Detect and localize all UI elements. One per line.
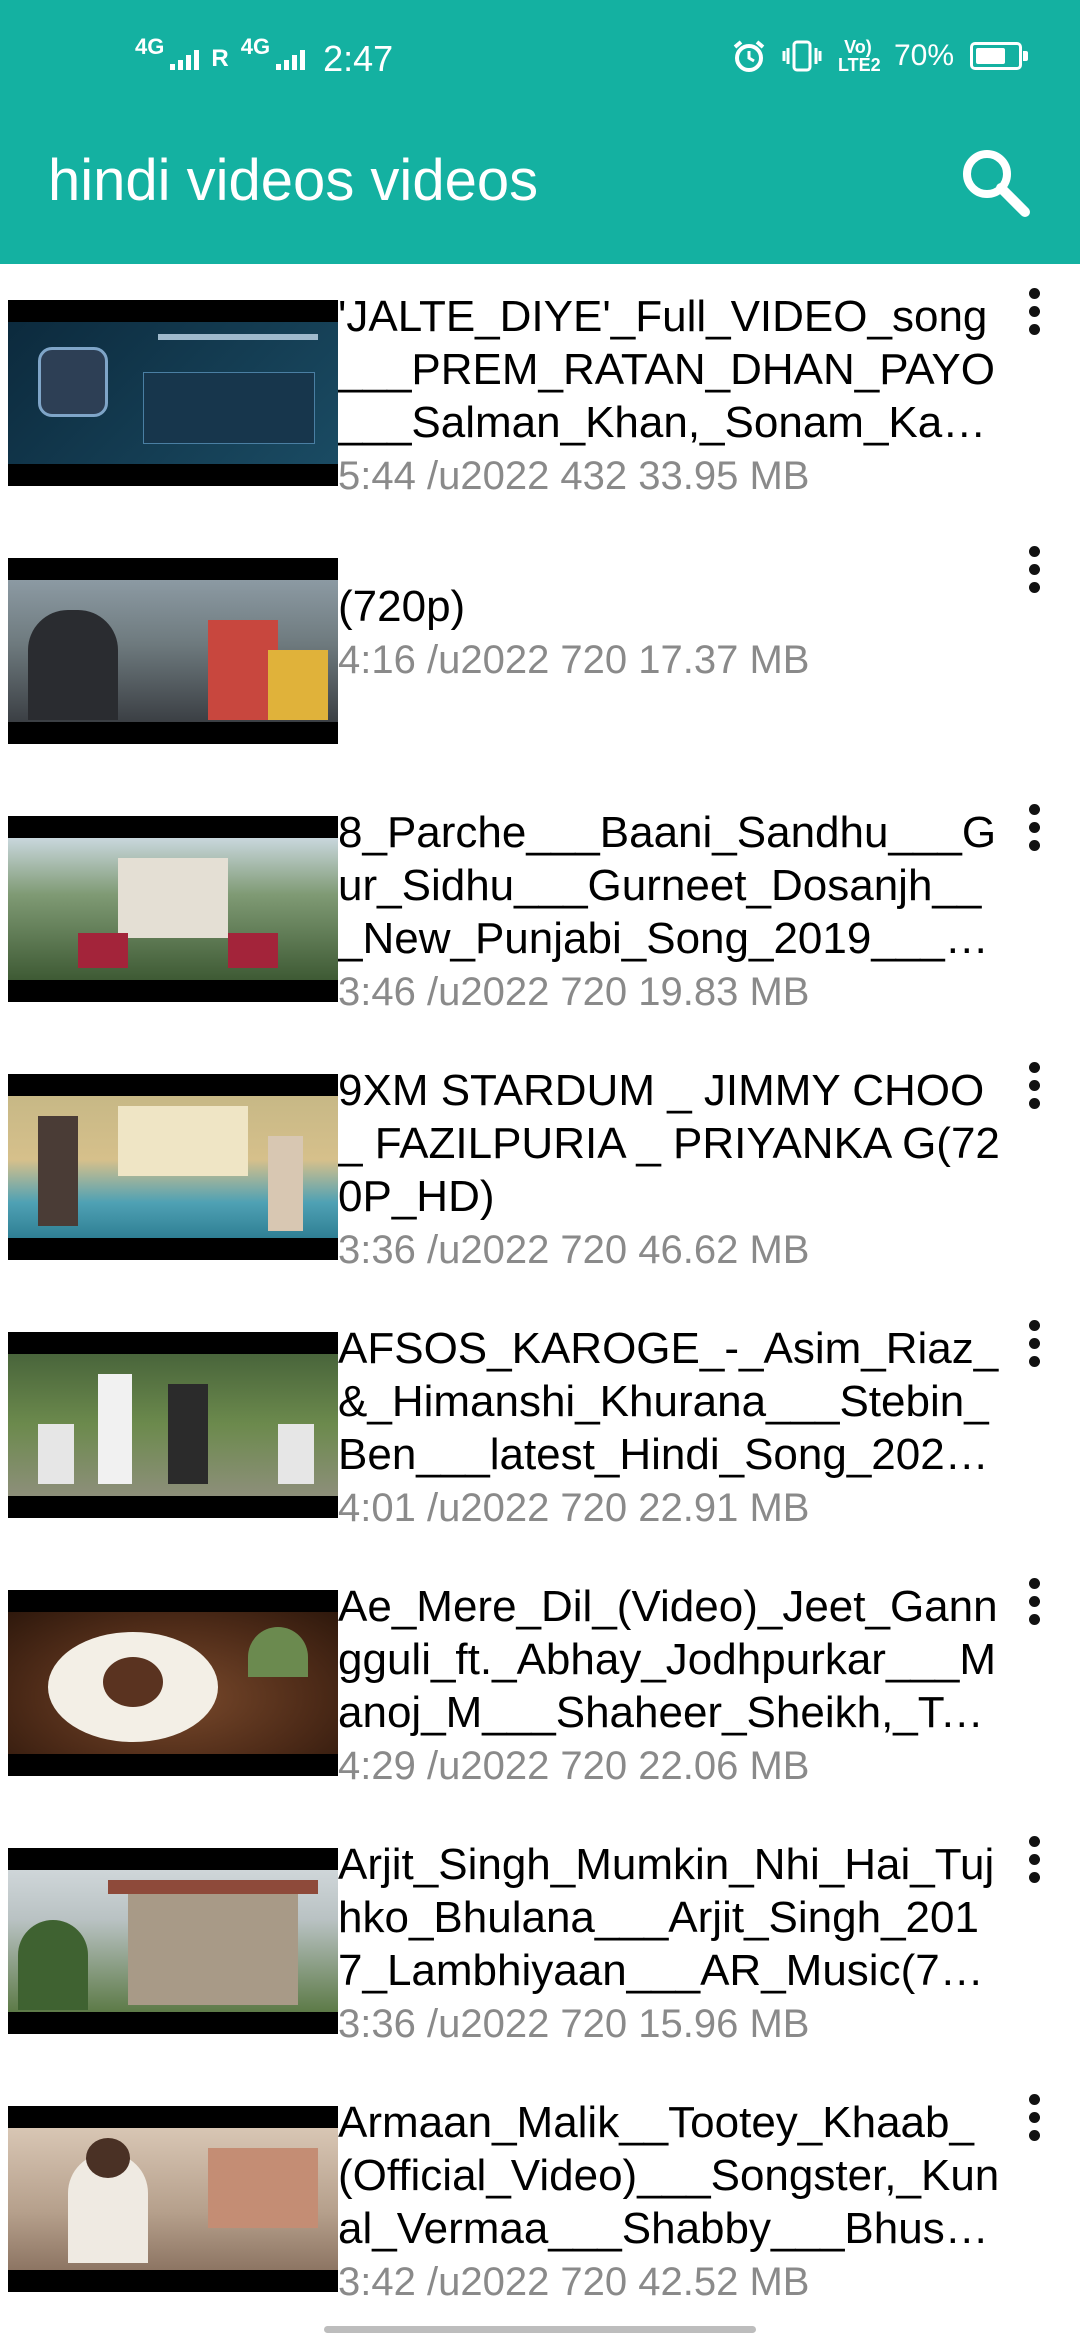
video-title[interactable]: (720p) — [338, 580, 1000, 633]
video-thumbnail[interactable] — [8, 558, 338, 744]
video-thumbnail[interactable] — [8, 816, 338, 1002]
video-thumbnail[interactable] — [8, 1332, 338, 1518]
more-options-icon[interactable] — [1012, 1574, 1056, 1634]
status-bar: 4G R 4G 2:47 Vo) LTE2 70% — [0, 0, 1080, 120]
search-icon[interactable] — [955, 142, 1035, 222]
video-meta: 4:01 /u2022 720 22.91 MB — [338, 1486, 810, 1530]
video-meta: 4:29 /u2022 720 22.06 MB — [338, 1744, 810, 1788]
video-thumbnail[interactable] — [8, 1074, 338, 1260]
video-title[interactable]: Armaan_Malik__Tootey_Khaab_(Official_Vid… — [338, 2096, 1000, 2255]
more-options-icon[interactable] — [1012, 1058, 1056, 1118]
list-item[interactable]: 'JALTE_DIYE'_Full_VIDEO_song___PREM_RATA… — [0, 264, 1080, 522]
video-meta: 5:44 /u2022 432 33.95 MB — [338, 454, 810, 498]
video-thumbnail[interactable] — [8, 1590, 338, 1776]
video-meta: 3:46 /u2022 720 19.83 MB — [338, 970, 810, 1014]
list-item[interactable]: 8_Parche___Baani_Sandhu___Gur_Sidhu___Gu… — [0, 780, 1080, 1038]
video-meta: 3:36 /u2022 720 46.62 MB — [338, 1228, 810, 1272]
network-type-2: 4G — [240, 34, 271, 59]
video-title[interactable]: Ae_Mere_Dil_(Video)_Jeet_Ganngguli_ft._A… — [338, 1580, 1000, 1739]
home-indicator[interactable] — [324, 2326, 756, 2333]
more-options-icon[interactable] — [1012, 1316, 1056, 1376]
more-options-icon[interactable] — [1012, 542, 1056, 602]
video-title[interactable]: 'JALTE_DIYE'_Full_VIDEO_song___PREM_RATA… — [338, 290, 1000, 449]
list-item[interactable]: AFSOS_KAROGE_-_Asim_Riaz_&_Himanshi_Khur… — [0, 1296, 1080, 1554]
video-thumbnail[interactable] — [8, 2106, 338, 2292]
video-title[interactable]: 8_Parche___Baani_Sandhu___Gur_Sidhu___Gu… — [338, 806, 1000, 965]
list-item[interactable]: 9XM STARDUM _ JIMMY CHOO _ FAZILPURIA _ … — [0, 1038, 1080, 1296]
page-title: hindi videos videos — [48, 148, 539, 213]
list-item[interactable]: (720p) 4:16 /u2022 720 17.37 MB — [0, 522, 1080, 780]
list-item[interactable]: Arjit_Singh_Mumkin_Nhi_Hai_Tujhko_Bhulan… — [0, 1812, 1080, 2070]
more-options-icon[interactable] — [1012, 2090, 1056, 2150]
more-options-icon[interactable] — [1012, 800, 1056, 860]
video-thumbnail[interactable] — [8, 300, 338, 486]
video-meta: 3:42 /u2022 720 42.52 MB — [338, 2260, 810, 2304]
vibrate-icon — [782, 40, 822, 72]
app-bar: 4G R 4G 2:47 Vo) LTE2 70% hindi videos v… — [0, 0, 1080, 264]
video-thumbnail[interactable] — [8, 1848, 338, 2034]
list-item[interactable]: Armaan_Malik__Tootey_Khaab_(Official_Vid… — [0, 2070, 1080, 2328]
video-title[interactable]: Arjit_Singh_Mumkin_Nhi_Hai_Tujhko_Bhulan… — [338, 1838, 1000, 1997]
video-title[interactable]: AFSOS_KAROGE_-_Asim_Riaz_&_Himanshi_Khur… — [338, 1322, 1000, 1481]
roaming-indicator: R — [211, 45, 229, 72]
clock: 2:47 — [323, 38, 394, 79]
video-title[interactable]: 9XM STARDUM _ JIMMY CHOO _ FAZILPURIA _ … — [338, 1064, 1000, 1223]
signal-icon — [170, 48, 200, 70]
more-options-icon[interactable] — [1012, 1832, 1056, 1892]
volte-icon: Vo) LTE2 — [837, 37, 881, 75]
network-type-1: 4G — [135, 34, 165, 59]
list-item[interactable]: Ae_Mere_Dil_(Video)_Jeet_Ganngguli_ft._A… — [0, 1554, 1080, 1812]
alarm-icon — [733, 40, 765, 72]
battery-percent: 70% — [893, 39, 954, 72]
battery-icon — [970, 42, 1028, 70]
video-meta: 4:16 /u2022 720 17.37 MB — [338, 638, 810, 682]
video-meta: 3:36 /u2022 720 15.96 MB — [338, 2002, 810, 2046]
more-options-icon[interactable] — [1012, 284, 1056, 344]
signal-icon — [276, 48, 306, 70]
